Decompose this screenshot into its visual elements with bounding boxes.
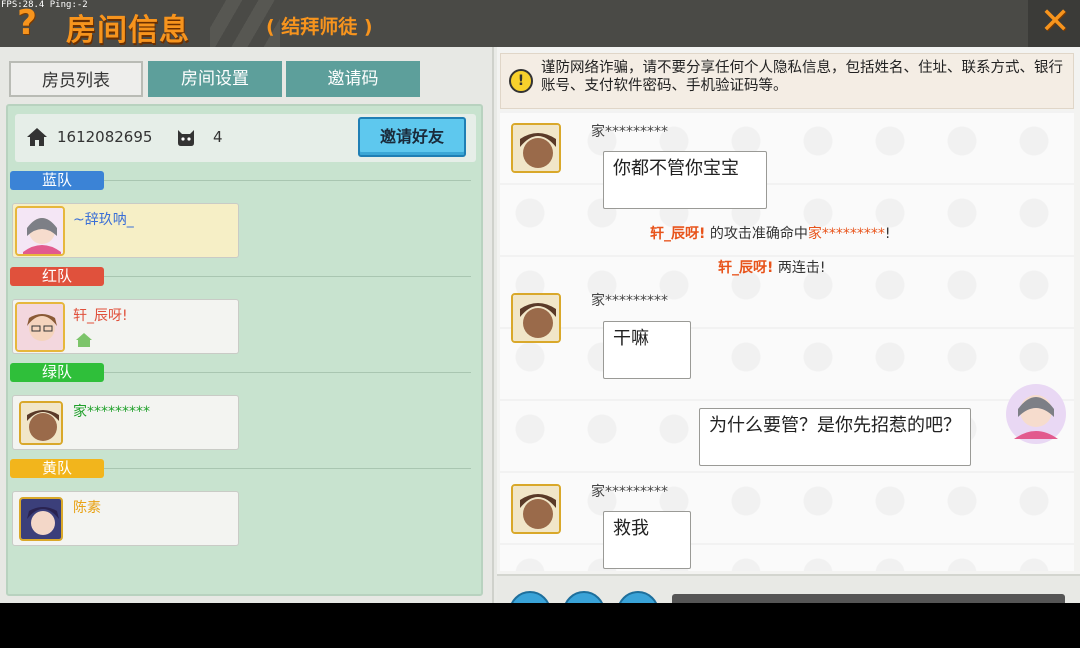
- divider: [104, 180, 471, 181]
- quick-phrase-button[interactable]: [617, 591, 659, 603]
- invite-friends-button[interactable]: 邀请好友: [358, 117, 466, 157]
- chat-input[interactable]: [672, 594, 1065, 603]
- message-sender: 家*********: [591, 293, 668, 309]
- system-end: !: [884, 226, 891, 242]
- team-label-green: 绿队: [10, 363, 104, 382]
- team-label-yellow: 黄队: [10, 459, 104, 478]
- close-button[interactable]: ✕: [1028, 0, 1080, 47]
- message-sender: 家*********: [591, 484, 668, 500]
- close-icon: ✕: [1040, 1, 1071, 42]
- message-bubble-self: 为什么要管？是你先招惹的吧？: [699, 408, 971, 466]
- room-info-screen: ? 房间信息 ( 结拜师徒 ) ✕ FPS:28.4 Ping:-2 房员列表 …: [0, 0, 1080, 603]
- avatar: [15, 206, 65, 256]
- header-bar: ? 房间信息 ( 结拜师徒 ) ✕ FPS:28.4 Ping:-2: [0, 0, 1080, 48]
- warning-icon: !: [509, 69, 533, 93]
- team-label-red: 红队: [10, 267, 104, 286]
- avatar: [19, 497, 63, 541]
- message-sender: 家*********: [591, 124, 668, 140]
- system-text: 两连击!: [773, 260, 826, 276]
- room-id: 1612082695: [57, 128, 153, 146]
- system-target: 家*********: [807, 226, 885, 242]
- message-bubble: 你都不管你宝宝: [603, 151, 767, 209]
- player-count-icon: [178, 130, 194, 146]
- member-name: 轩_辰呀!: [73, 308, 128, 324]
- room-owner-icon: [76, 333, 92, 347]
- system-message: 轩_辰呀! 的攻击准确命中家*********!: [650, 223, 890, 243]
- notice-text: 谨防网络诈骗，请不要分享任何个人隐私信息，包括姓名、住址、联系方式、银行账号、支…: [541, 60, 1063, 94]
- member-card[interactable]: 陈素: [12, 491, 239, 546]
- avatar: [511, 484, 561, 534]
- member-name: 陈素: [73, 500, 101, 516]
- member-card[interactable]: 家*********: [12, 395, 239, 450]
- home-icon: [27, 128, 47, 146]
- tab-invite-code[interactable]: 邀请码: [286, 61, 420, 97]
- divider: [104, 276, 471, 277]
- avatar: [19, 401, 63, 445]
- member-name: ~辞玖呐_: [73, 212, 134, 228]
- message-bubble: 救我: [603, 511, 691, 569]
- system-actor: 轩_辰呀!: [718, 260, 774, 276]
- room-summary: 1612082695 4 邀请好友: [15, 114, 476, 162]
- chat-messages[interactable]: 家********* 你都不管你宝宝 轩_辰呀! 的攻击准确命中家*******…: [500, 111, 1074, 571]
- message-bubble: 干嘛: [603, 321, 691, 379]
- self-avatar: [1004, 383, 1068, 445]
- page-subtitle: ( 结拜师徒 ): [266, 16, 373, 38]
- safety-notice: ! 谨防网络诈骗，请不要分享任何个人隐私信息，包括姓名、住址、联系方式、银行账号…: [500, 53, 1074, 109]
- tab-room-settings[interactable]: 房间设置: [148, 61, 282, 97]
- avatar: [15, 302, 65, 352]
- member-name: 家*********: [73, 404, 150, 420]
- divider: [104, 372, 471, 373]
- avatar: [511, 293, 561, 343]
- member-list: 1612082695 4 邀请好友 蓝队 ~辞玖呐_ 红队 轩_辰呀! 绿队 家…: [6, 104, 483, 596]
- member-card[interactable]: 轩_辰呀!: [12, 299, 239, 354]
- emoji-button[interactable]: [509, 591, 551, 603]
- members-panel: 房员列表 房间设置 邀请码 1612082695 4 邀请好友 蓝队 ~辞玖呐_…: [0, 47, 494, 603]
- fps-readout: FPS:28.4 Ping:-2: [1, 0, 88, 10]
- page-title: 房间信息: [66, 13, 190, 48]
- system-text: 的攻击准确命中: [705, 226, 808, 242]
- system-message: 轩_辰呀! 两连击!: [718, 257, 825, 277]
- member-card[interactable]: ~辞玖呐_: [12, 203, 239, 258]
- player-count: 4: [213, 128, 223, 146]
- avatar: [511, 123, 561, 173]
- tab-member-list[interactable]: 房员列表: [9, 61, 143, 97]
- team-label-blue: 蓝队: [10, 171, 104, 190]
- divider: [104, 468, 471, 469]
- voice-button[interactable]: [563, 591, 605, 603]
- chat-input-bar: [497, 574, 1080, 603]
- system-actor: 轩_辰呀!: [650, 226, 706, 242]
- chat-panel: ! 谨防网络诈骗，请不要分享任何个人隐私信息，包括姓名、住址、联系方式、银行账号…: [497, 47, 1080, 603]
